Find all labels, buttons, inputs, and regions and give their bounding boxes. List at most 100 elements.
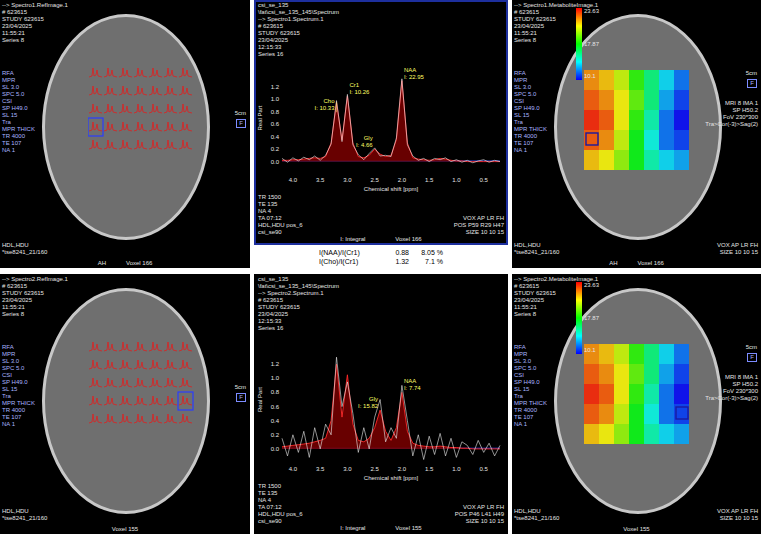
peak-annotation[interactable]: NAAI: 7.74 bbox=[402, 378, 421, 392]
map-cell[interactable] bbox=[584, 344, 599, 364]
voxel-spectrum-glyph[interactable] bbox=[119, 414, 132, 423]
metabolite-map[interactable] bbox=[584, 70, 691, 172]
map-cell[interactable] bbox=[629, 424, 644, 444]
map-cell[interactable] bbox=[644, 150, 659, 170]
map-cell[interactable] bbox=[629, 130, 644, 150]
voxel-spectrum-glyph[interactable] bbox=[119, 104, 132, 113]
map-cell[interactable] bbox=[584, 90, 599, 110]
voxel-spectrum-glyph[interactable] bbox=[119, 86, 132, 95]
map-cell[interactable] bbox=[584, 150, 599, 170]
map-cell[interactable] bbox=[674, 424, 689, 444]
voxel-spectrum-glyph[interactable] bbox=[119, 68, 132, 77]
metabolite-map-panel[interactable]: 23.6317.8710.1--> Spectro1.MetaboliteIma… bbox=[512, 0, 761, 268]
map-cell[interactable] bbox=[629, 344, 644, 364]
map-cell[interactable] bbox=[599, 150, 614, 170]
map-cell[interactable] bbox=[614, 384, 629, 404]
voxel-spectrum-glyph[interactable] bbox=[104, 86, 117, 95]
voxel-spectrum-glyph[interactable] bbox=[164, 342, 177, 351]
map-cell[interactable] bbox=[659, 130, 674, 150]
map-cell[interactable] bbox=[644, 384, 659, 404]
voxel-spectrum-glyph[interactable] bbox=[134, 122, 147, 131]
voxel-spectrum-glyph[interactable] bbox=[134, 360, 147, 369]
map-cell[interactable] bbox=[674, 110, 689, 130]
voxel-spectrum-glyph[interactable] bbox=[119, 360, 132, 369]
voxel-spectrum-glyph[interactable] bbox=[149, 396, 162, 405]
voxel-spectrum-glyph[interactable] bbox=[89, 396, 102, 405]
voxel-spectrum-glyph[interactable] bbox=[149, 342, 162, 351]
voxel-spectrum-glyph[interactable] bbox=[179, 360, 192, 369]
peak-annotation[interactable]: GlyI: 15.82 bbox=[358, 396, 380, 410]
map-cell[interactable] bbox=[629, 404, 644, 424]
selected-voxel[interactable] bbox=[178, 392, 193, 410]
voxel-spectrum-glyph[interactable] bbox=[179, 104, 192, 113]
map-cell[interactable] bbox=[584, 424, 599, 444]
map-cell[interactable] bbox=[644, 404, 659, 424]
voxel-spectrum-glyph[interactable] bbox=[89, 342, 102, 351]
peak-annotation[interactable]: NAAI: 22.95 bbox=[402, 67, 425, 81]
voxel-spectrum-glyph[interactable] bbox=[149, 104, 162, 113]
voxel-spectrum-glyph[interactable] bbox=[134, 396, 147, 405]
voxel-spectrum-glyph[interactable] bbox=[164, 140, 177, 149]
map-cell[interactable] bbox=[659, 344, 674, 364]
map-cell[interactable] bbox=[674, 344, 689, 364]
map-cell[interactable] bbox=[584, 70, 599, 90]
voxel-spectrum-glyph[interactable] bbox=[134, 68, 147, 77]
voxel-spectrum-glyph[interactable] bbox=[89, 414, 102, 423]
voxel-spectrum-glyph[interactable] bbox=[89, 360, 102, 369]
voxel-grid[interactable] bbox=[88, 338, 195, 430]
map-cell[interactable] bbox=[599, 424, 614, 444]
map-cell[interactable] bbox=[659, 70, 674, 90]
map-cell[interactable] bbox=[614, 150, 629, 170]
map-cell[interactable] bbox=[614, 364, 629, 384]
voxel-spectrum-glyph[interactable] bbox=[179, 140, 192, 149]
voxel-spectrum-glyph[interactable] bbox=[179, 68, 192, 77]
map-cell[interactable] bbox=[644, 90, 659, 110]
map-cell[interactable] bbox=[674, 130, 689, 150]
voxel-spectrum-glyph[interactable] bbox=[149, 140, 162, 149]
map-cell[interactable] bbox=[644, 424, 659, 444]
map-cell[interactable] bbox=[584, 384, 599, 404]
voxel-spectrum-glyph[interactable] bbox=[119, 378, 132, 387]
map-cell[interactable] bbox=[614, 70, 629, 90]
map-cell[interactable] bbox=[629, 150, 644, 170]
peak-annotation[interactable]: Cr1I: 10.26 bbox=[347, 82, 370, 96]
peak-annotation[interactable]: GlyI: 4.66 bbox=[356, 135, 375, 149]
voxel-spectrum-glyph[interactable] bbox=[149, 378, 162, 387]
map-cell[interactable] bbox=[599, 130, 614, 150]
peak-annotation[interactable]: ChoI: 10.33 bbox=[314, 98, 336, 112]
voxel-spectrum-glyph[interactable] bbox=[104, 104, 117, 113]
map-cell[interactable] bbox=[644, 344, 659, 364]
map-cell[interactable] bbox=[614, 110, 629, 130]
metabolite-map[interactable] bbox=[584, 344, 691, 446]
voxel-spectrum-glyph[interactable] bbox=[164, 360, 177, 369]
voxel-spectrum-glyph[interactable] bbox=[104, 396, 117, 405]
voxel-spectrum-glyph[interactable] bbox=[119, 122, 132, 131]
voxel-spectrum-glyph[interactable] bbox=[164, 378, 177, 387]
voxel-spectrum-glyph[interactable] bbox=[89, 140, 102, 149]
voxel-spectrum-glyph[interactable] bbox=[149, 122, 162, 131]
voxel-spectrum-glyph[interactable] bbox=[119, 140, 132, 149]
map-cell[interactable] bbox=[629, 70, 644, 90]
map-cell[interactable] bbox=[599, 70, 614, 90]
map-cell[interactable] bbox=[614, 90, 629, 110]
selected-voxel[interactable] bbox=[586, 133, 598, 145]
voxel-spectrum-glyph[interactable] bbox=[179, 342, 192, 351]
map-cell[interactable] bbox=[614, 344, 629, 364]
map-cell[interactable] bbox=[674, 90, 689, 110]
selected-voxel[interactable] bbox=[676, 407, 688, 419]
map-cell[interactable] bbox=[599, 364, 614, 384]
voxel-spectrum-glyph[interactable] bbox=[104, 140, 117, 149]
voxel-spectrum-glyph[interactable] bbox=[164, 396, 177, 405]
voxel-spectrum-glyph[interactable] bbox=[89, 86, 102, 95]
voxel-spectrum-glyph[interactable] bbox=[104, 414, 117, 423]
map-cell[interactable] bbox=[644, 110, 659, 130]
voxel-spectrum-glyph[interactable] bbox=[134, 378, 147, 387]
voxel-spectrum-glyph[interactable] bbox=[179, 122, 192, 131]
voxel-spectrum-glyph[interactable] bbox=[164, 68, 177, 77]
voxel-spectrum-glyph[interactable] bbox=[104, 68, 117, 77]
map-cell[interactable] bbox=[659, 90, 674, 110]
map-cell[interactable] bbox=[659, 404, 674, 424]
map-cell[interactable] bbox=[659, 384, 674, 404]
map-cell[interactable] bbox=[614, 130, 629, 150]
map-cell[interactable] bbox=[599, 404, 614, 424]
